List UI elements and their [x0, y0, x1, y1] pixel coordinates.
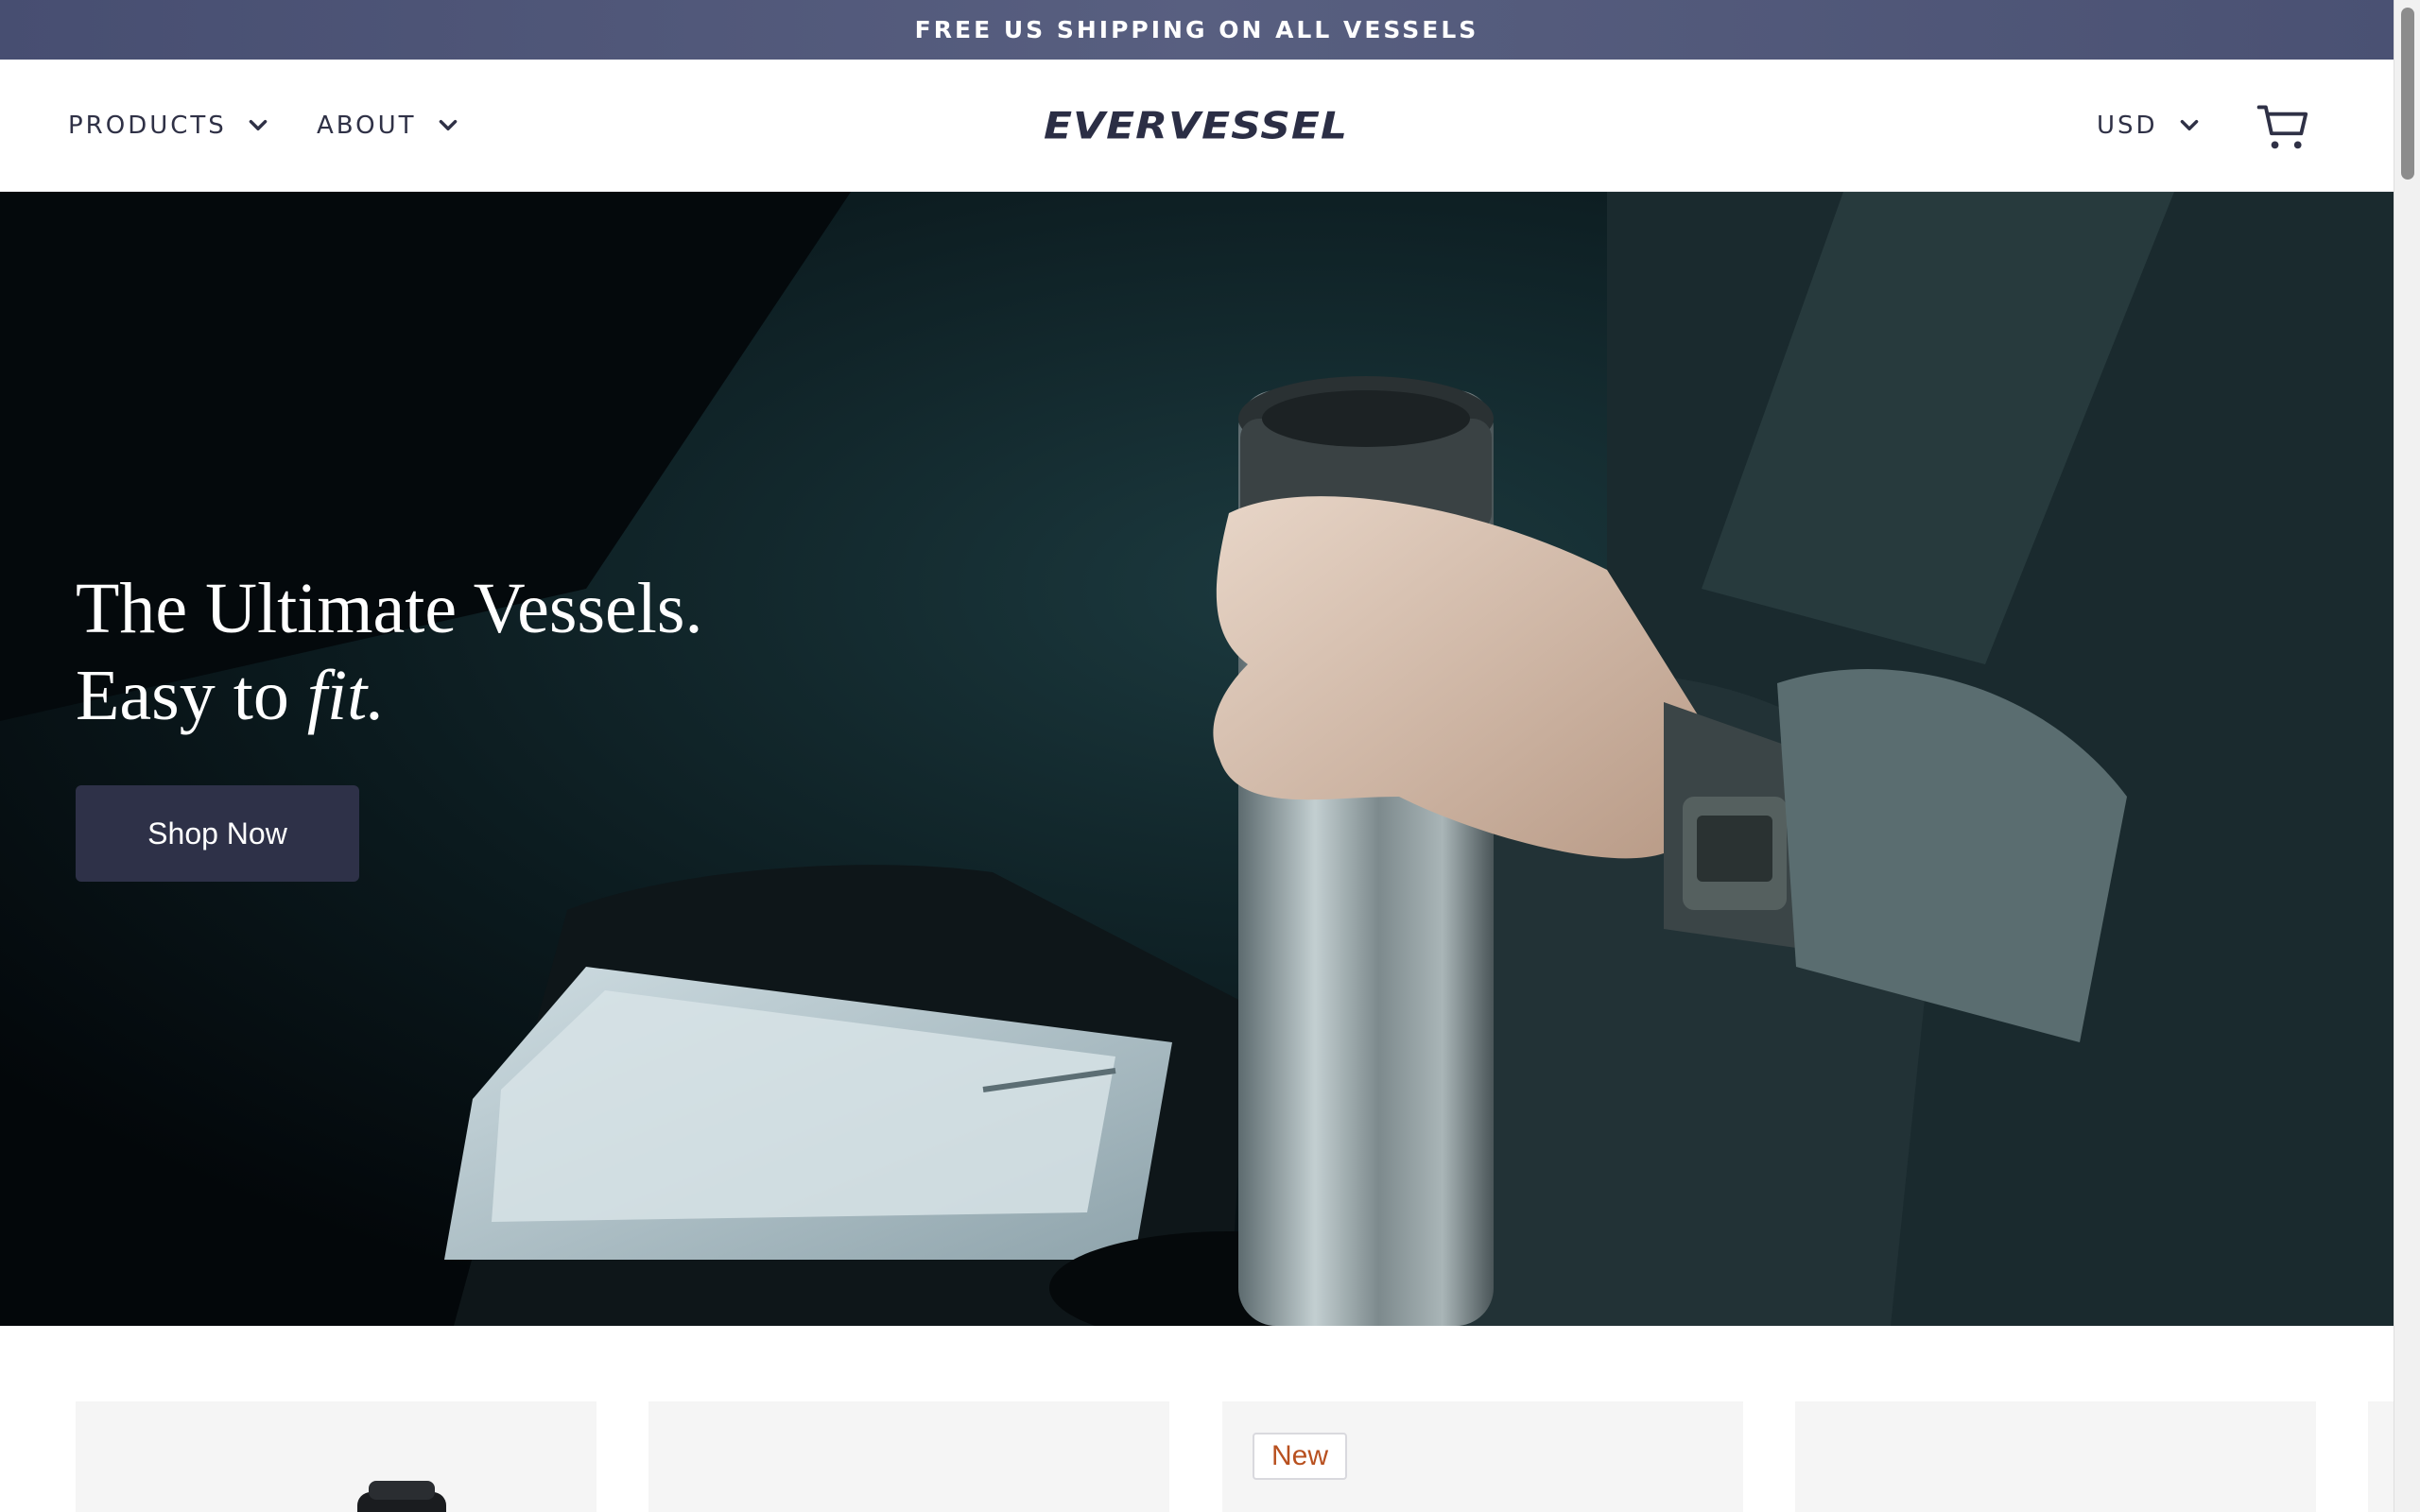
product-card[interactable]: New: [1222, 1401, 1743, 1512]
logo-text: EVERVESSEL: [1043, 104, 1349, 147]
currency-selector[interactable]: USD: [2097, 60, 2202, 192]
cart-icon[interactable]: [2256, 99, 2310, 154]
product-card[interactable]: [76, 1401, 596, 1512]
product-image: [1430, 1507, 1563, 1512]
hero-headline-line2: Easy to fit.: [76, 652, 702, 739]
shop-now-button[interactable]: Shop Now: [76, 785, 359, 882]
new-badge: New: [1253, 1433, 1348, 1480]
chevron-down-icon: [2180, 119, 2198, 130]
nav-about[interactable]: ABOUT: [317, 60, 460, 192]
product-card[interactable]: [648, 1401, 1169, 1512]
nav-products-label: PRODUCTS: [68, 112, 227, 140]
hero-banner: The Ultimate Vessels. Easy to fit. Shop …: [0, 192, 2394, 1326]
site-header: PRODUCTS ABOUT EVERVESSEL USD: [0, 60, 2394, 192]
shop-now-label: Shop Now: [147, 816, 287, 850]
hero-headline: The Ultimate Vessels. Easy to fit.: [76, 565, 702, 739]
scrollbar-thumb[interactable]: [2401, 8, 2414, 180]
product-image: [357, 1481, 446, 1512]
announcement-bar: FREE US SHIPPING ON ALL VESSELS: [0, 0, 2394, 60]
product-grid: New: [0, 1326, 2394, 1512]
hero-image: [0, 192, 2394, 1326]
currency-label: USD: [2097, 112, 2158, 140]
nav-products[interactable]: PRODUCTS: [68, 60, 270, 192]
hero-headline-emphasis: fit.: [306, 656, 386, 735]
chevron-down-icon: [439, 119, 457, 130]
product-card[interactable]: [1795, 1401, 2316, 1512]
hero-headline-line2-prefix: Easy to: [76, 656, 307, 735]
chevron-down-icon: [249, 119, 268, 130]
announcement-text: FREE US SHIPPING ON ALL VESSELS: [914, 16, 1479, 43]
product-card[interactable]: [2368, 1401, 2394, 1512]
page-scrollbar[interactable]: [2394, 0, 2420, 1512]
new-badge-label: New: [1271, 1440, 1329, 1471]
product-image: [1994, 1505, 2107, 1512]
site-logo[interactable]: EVERVESSEL: [1002, 100, 1390, 151]
nav-about-label: ABOUT: [317, 112, 417, 140]
hero-headline-line1: The Ultimate Vessels.: [76, 569, 703, 648]
